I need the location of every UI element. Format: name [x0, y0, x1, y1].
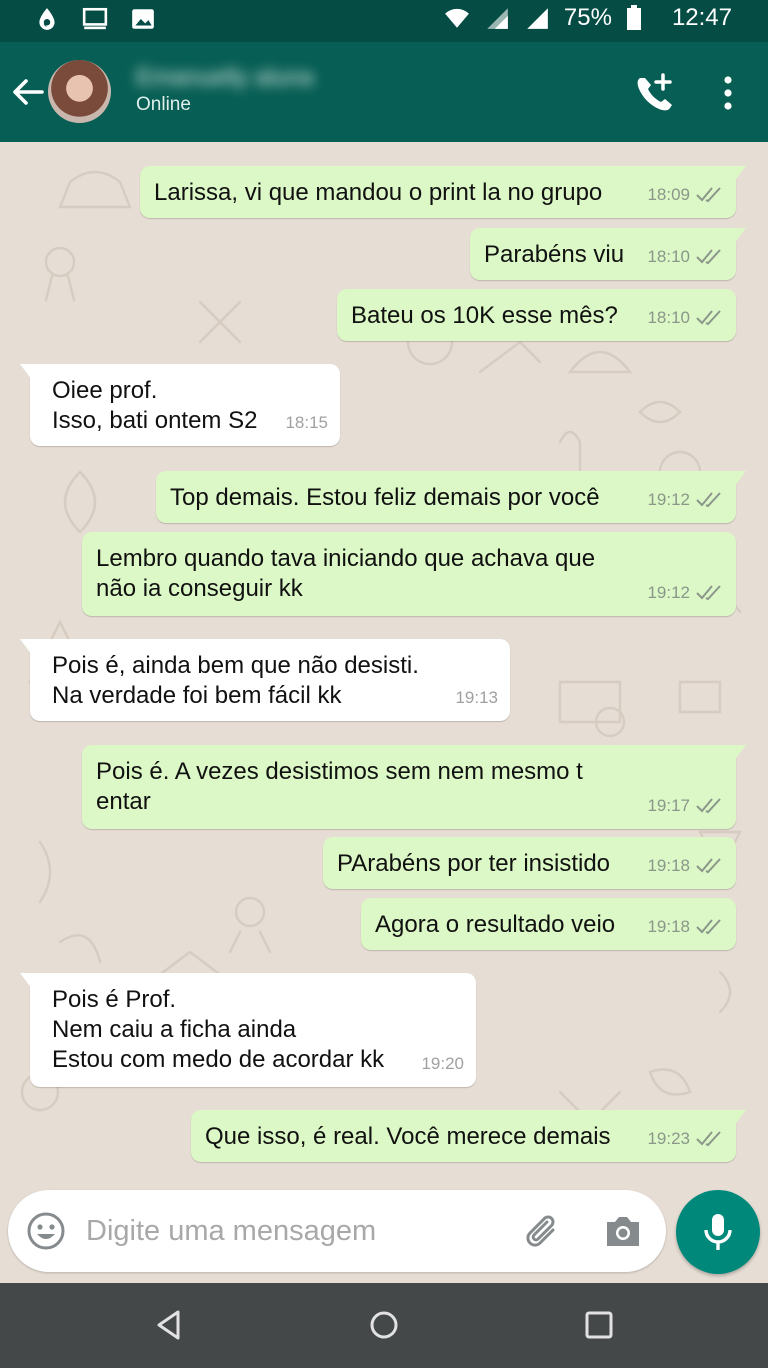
message-time: 19:13: [455, 688, 498, 707]
message-time: 19:18: [647, 856, 690, 875]
message-composer: [8, 1190, 666, 1272]
message-time: 19:23: [647, 1129, 690, 1148]
double-check-icon: [696, 187, 721, 203]
bubble-tail: [726, 166, 746, 182]
message-meta: 19:18: [647, 912, 724, 942]
message-time: 19:12: [647, 583, 690, 602]
bubble-tail: [20, 639, 40, 655]
double-check-icon: [696, 798, 721, 814]
microphone-icon: [704, 1214, 732, 1250]
message-bubble-outgoing[interactable]: Lembro quando tava iniciando que achava …: [82, 532, 736, 616]
bubble-tail: [20, 364, 40, 380]
message-bubble-incoming[interactable]: Pois é, ainda bem que não desisti. Na ve…: [20, 639, 510, 721]
double-check-icon: [696, 1131, 721, 1147]
message-text: Pois é Prof. Nem caiu a ficha ainda Esto…: [52, 986, 385, 1073]
message-meta: 19:12: [647, 578, 724, 608]
double-check-icon: [696, 249, 721, 265]
camera-icon[interactable]: [603, 1212, 643, 1250]
system-nav-bar: [0, 1283, 768, 1368]
message-bubble-incoming[interactable]: Pois é Prof. Nem caiu a ficha ainda Esto…: [20, 973, 476, 1087]
message-time: 18:15: [285, 413, 328, 432]
message-list[interactable]: Larissa, vi que mandou o print la no gru…: [0, 142, 768, 1182]
message-time: 19:17: [647, 796, 690, 815]
message-bubble-outgoing[interactable]: Larissa, vi que mandou o print la no gru…: [140, 166, 746, 218]
message-meta: 19:18: [647, 851, 724, 881]
more-vert-icon[interactable]: [716, 72, 740, 114]
bubble-tail: [726, 1110, 746, 1126]
message-meta: 18:09: [647, 180, 724, 210]
contact-status: Online: [136, 94, 191, 115]
message-text: Pois é. A vezes desistimos sem nem mesmo…: [96, 758, 583, 815]
message-text: Larissa, vi que mandou o print la no gru…: [154, 179, 603, 206]
signal-icon: [487, 8, 508, 29]
message-text: Lembro quando tava iniciando que achava …: [96, 545, 596, 602]
message-meta: 19:20: [421, 1049, 464, 1079]
cast-icon: [82, 7, 108, 30]
message-text: Que isso, é real. Você merece demais: [205, 1123, 611, 1150]
clock: 12:47: [671, 4, 732, 31]
wifi-icon: [444, 8, 469, 28]
status-right: 75% 12:47: [444, 4, 732, 32]
message-meta: 19:23: [647, 1124, 724, 1154]
message-time: 18:09: [647, 185, 690, 204]
bubble-tail: [726, 471, 746, 487]
message-time: 19:18: [647, 917, 690, 936]
nav-back-icon[interactable]: [152, 1307, 188, 1343]
status-left-icons: [34, 6, 156, 32]
double-check-icon: [696, 492, 721, 508]
bubble-tail: [20, 973, 40, 989]
message-bubble-outgoing[interactable]: Top demais. Estou feliz demais por você …: [156, 471, 746, 523]
message-bubble-outgoing[interactable]: Pois é. A vezes desistimos sem nem mesmo…: [82, 745, 746, 829]
battery-percent: 75%: [563, 4, 612, 31]
image-icon: [132, 9, 154, 29]
message-input[interactable]: [86, 1208, 506, 1254]
message-time: 18:10: [647, 247, 690, 266]
avatar[interactable]: [48, 60, 111, 123]
status-bar: 75% 12:47: [0, 0, 768, 42]
battery-icon: [626, 5, 641, 30]
signal-icon: [527, 8, 548, 29]
message-text: Top demais. Estou feliz demais por você: [170, 484, 600, 511]
add-call-icon[interactable]: [632, 72, 674, 114]
message-bubble-outgoing[interactable]: PArabéns por ter insistido 19:18: [323, 837, 736, 889]
bubble-tail: [726, 745, 746, 761]
back-arrow-icon[interactable]: [8, 68, 48, 116]
chat-header: Emanuelly aluna Online: [0, 42, 768, 142]
message-text: Pois é, ainda bem que não desisti. Na ve…: [52, 652, 419, 709]
message-time: 19:12: [647, 490, 690, 509]
droplet-icon: [39, 8, 55, 30]
contact-name[interactable]: Emanuelly aluna: [136, 64, 326, 92]
nav-home-icon[interactable]: [366, 1307, 402, 1343]
emoji-icon[interactable]: [26, 1211, 66, 1251]
message-meta: 19:17: [647, 791, 724, 821]
message-meta: 18:10: [647, 242, 724, 272]
double-check-icon: [696, 858, 721, 874]
double-check-icon: [696, 585, 721, 601]
message-meta: 18:10: [647, 303, 724, 333]
paperclip-icon[interactable]: [523, 1210, 563, 1252]
double-check-icon: [696, 919, 721, 935]
message-bubble-outgoing[interactable]: Agora o resultado veio 19:18: [361, 898, 736, 950]
message-bubble-outgoing[interactable]: Que isso, é real. Você merece demais 19:…: [191, 1110, 746, 1162]
bubble-tail: [726, 228, 746, 244]
message-bubble-incoming[interactable]: Oiee prof. Isso, bati ontem S2 18:15: [20, 364, 340, 446]
message-bubble-outgoing[interactable]: Parabéns viu 18:10: [470, 228, 746, 280]
message-meta: 19:12: [647, 485, 724, 515]
mic-button[interactable]: [676, 1190, 760, 1274]
message-bubble-outgoing[interactable]: Bateu os 10K esse mês? 18:10: [337, 289, 736, 341]
message-time: 18:10: [647, 308, 690, 327]
nav-recents-icon[interactable]: [581, 1307, 617, 1343]
message-meta: 18:15: [285, 408, 328, 438]
message-meta: 19:13: [455, 683, 498, 713]
double-check-icon: [696, 310, 721, 326]
message-time: 19:20: [421, 1054, 464, 1073]
